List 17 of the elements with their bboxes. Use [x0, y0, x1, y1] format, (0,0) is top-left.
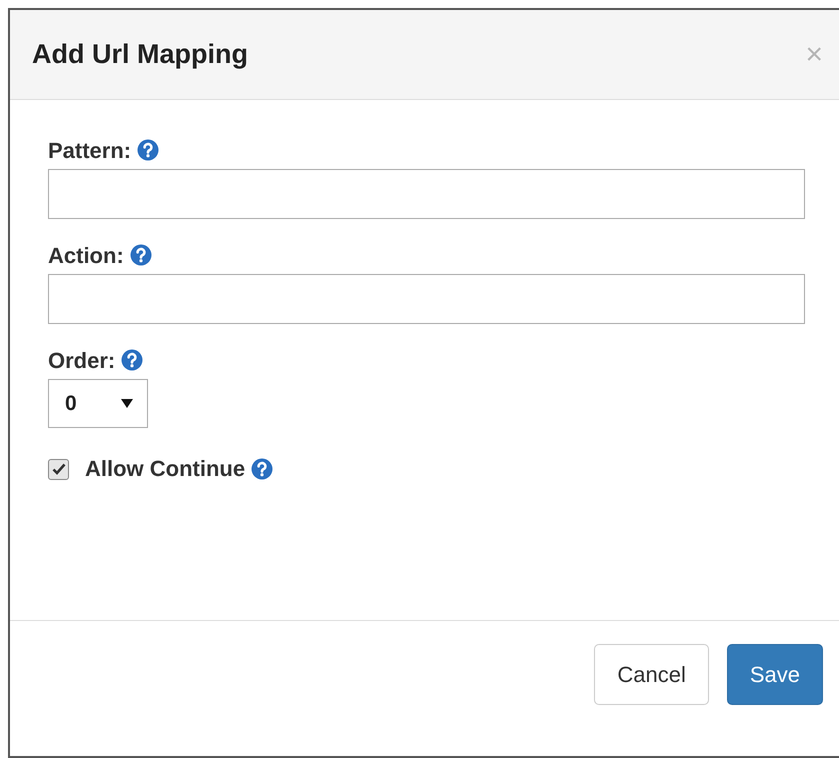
help-icon[interactable] [121, 349, 144, 371]
field-label: Pattern: [48, 138, 132, 164]
field-label: Order: [48, 348, 116, 374]
check-icon [52, 463, 66, 475]
cancel-button[interactable]: Cancel [594, 644, 709, 705]
help-icon[interactable] [137, 139, 160, 161]
order-select[interactable]: 0 [48, 379, 148, 428]
checkbox[interactable] [48, 458, 69, 480]
save-button[interactable]: Save [726, 644, 823, 705]
input-field[interactable] [48, 169, 805, 219]
checkbox-label: Allow Continue [85, 456, 246, 482]
field-label: Action: [48, 243, 124, 269]
help-icon[interactable] [251, 458, 274, 480]
dialog-title: Add Url Mapping [32, 39, 248, 70]
help-icon[interactable] [130, 244, 152, 266]
caret-icon [121, 399, 133, 408]
input-field[interactable] [48, 274, 805, 324]
